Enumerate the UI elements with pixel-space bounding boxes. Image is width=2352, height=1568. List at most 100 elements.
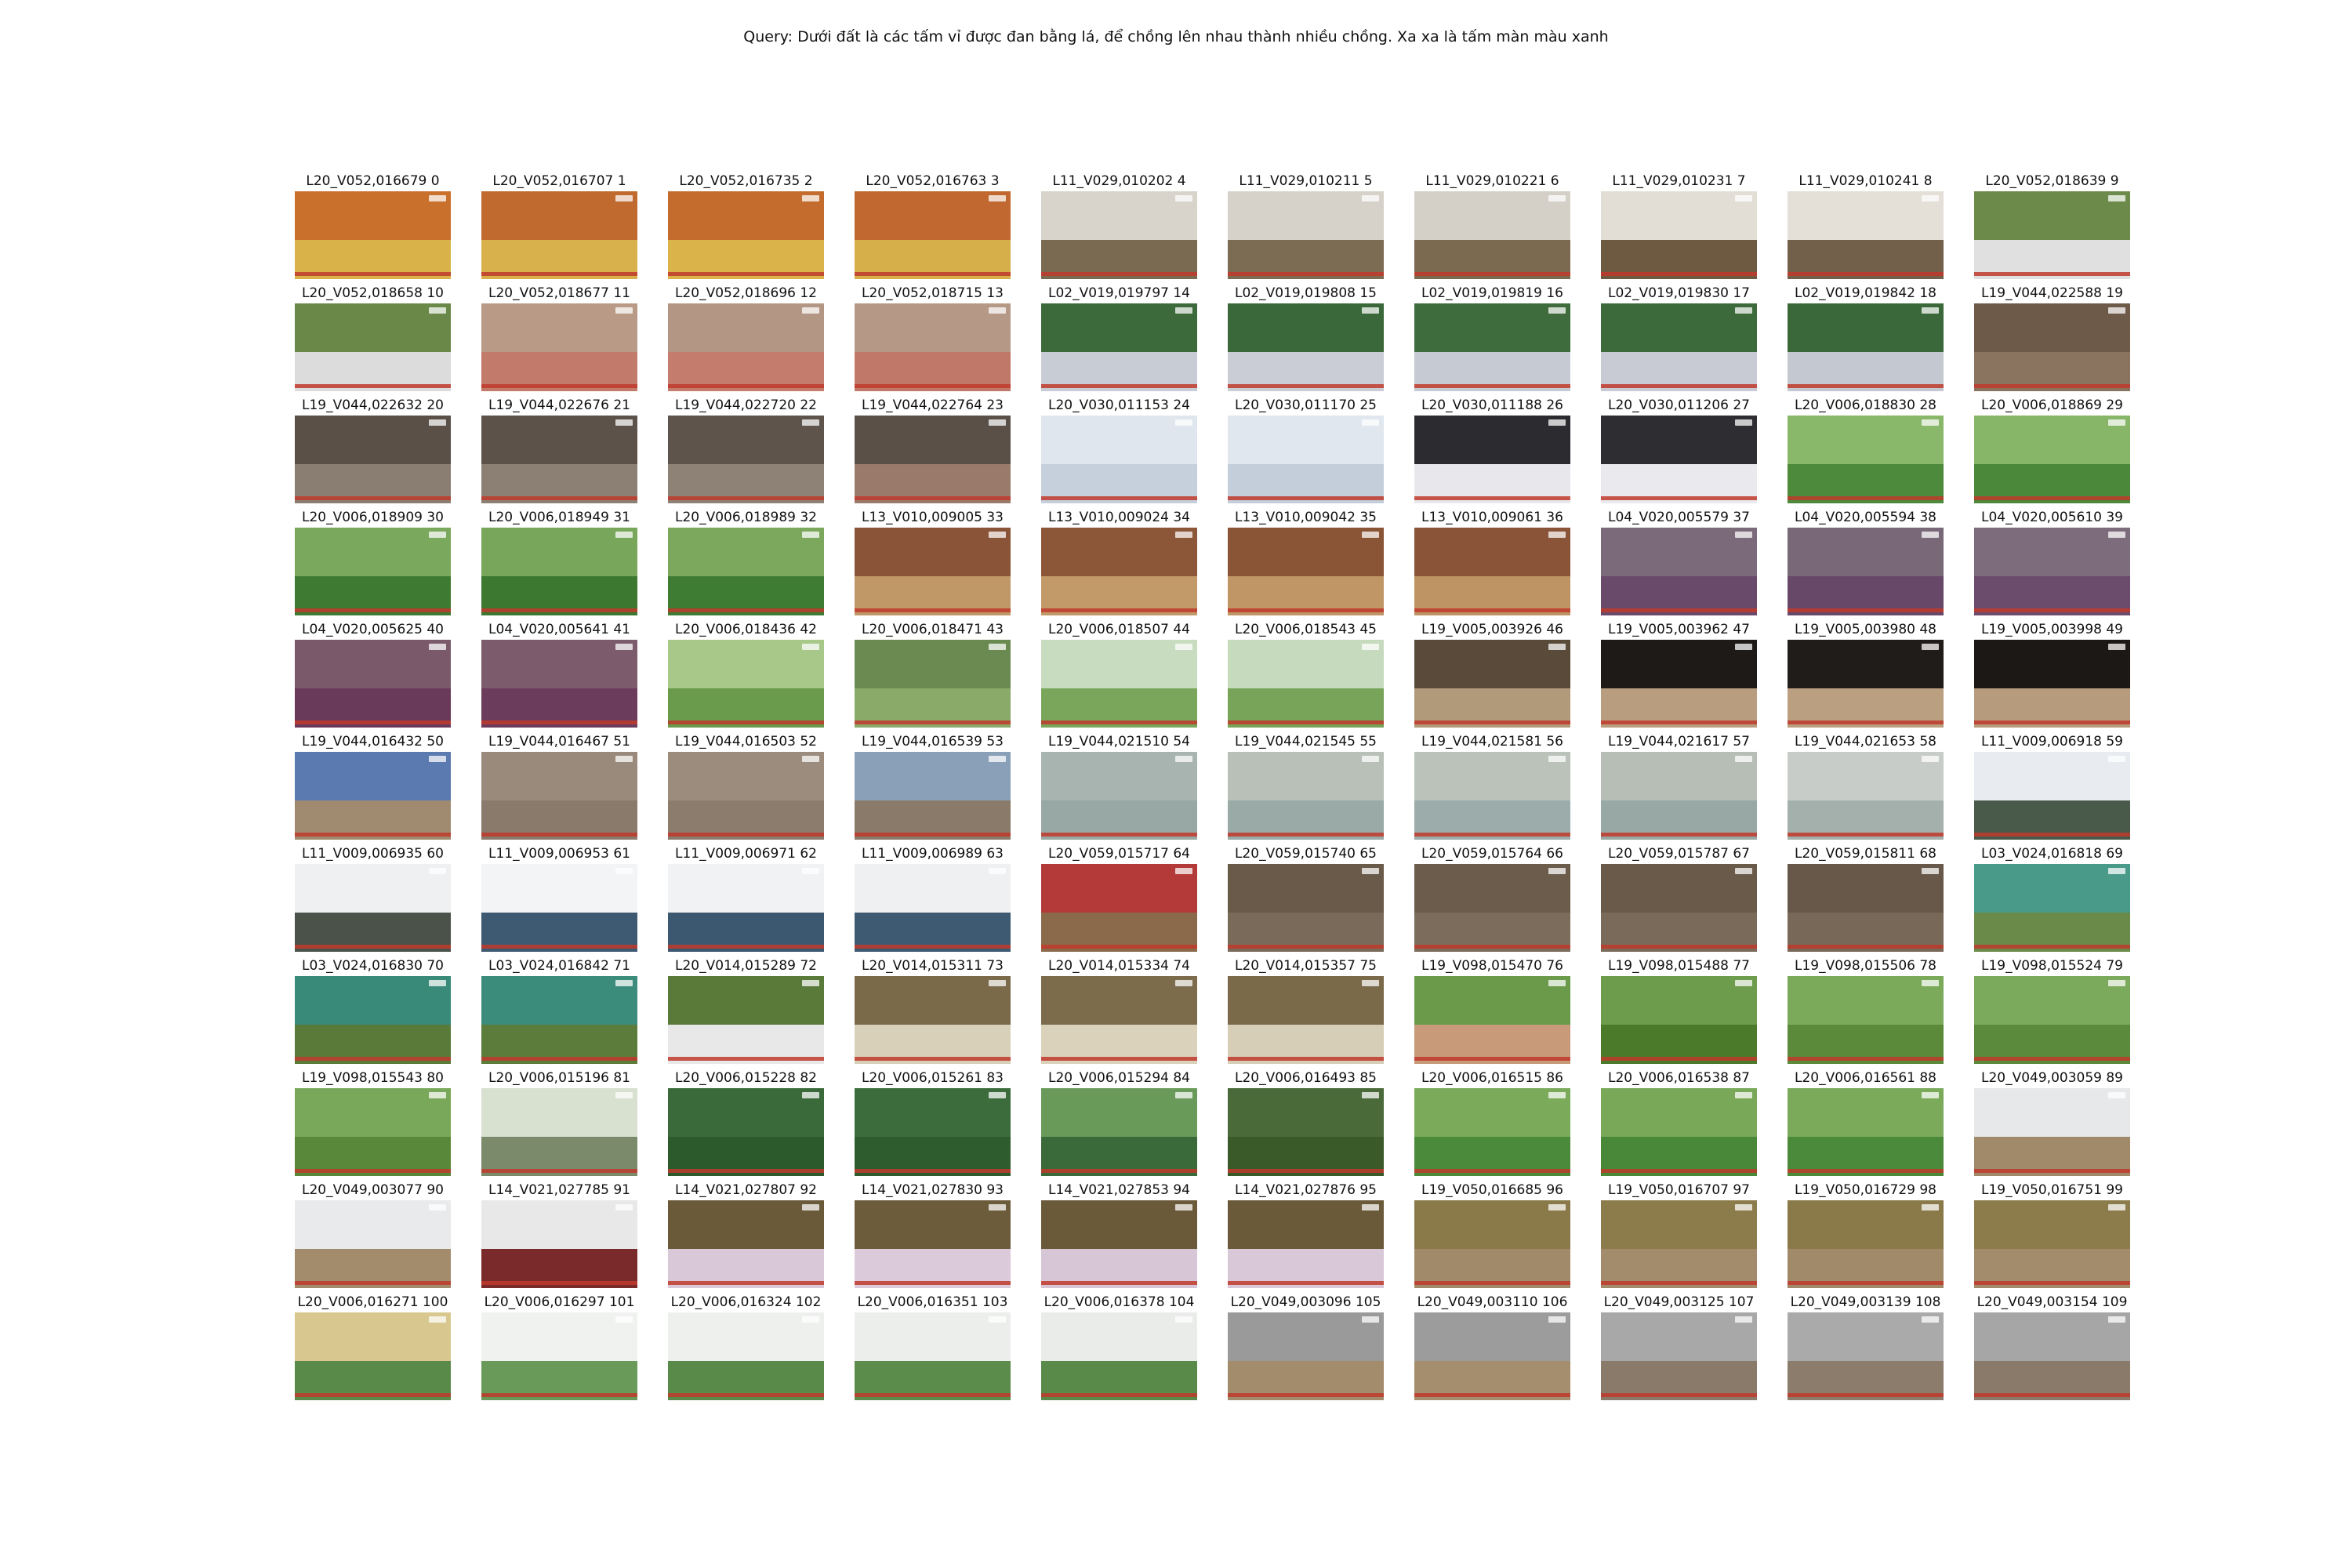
result-thumbnail[interactable] [1041,976,1197,1064]
result-thumbnail[interactable] [1228,976,1384,1064]
result-thumbnail[interactable] [481,303,637,391]
result-thumbnail[interactable] [855,528,1011,615]
result-thumbnail[interactable] [481,191,637,279]
result-thumbnail[interactable] [1228,1312,1384,1400]
result-thumbnail[interactable] [1601,976,1757,1064]
result-thumbnail[interactable] [1414,864,1570,952]
result-thumbnail[interactable] [1788,864,1944,952]
result-thumbnail[interactable] [855,864,1011,952]
result-thumbnail[interactable] [1601,864,1757,952]
result-thumbnail[interactable] [295,303,451,391]
result-thumbnail[interactable] [481,752,637,840]
result-thumbnail[interactable] [1041,191,1197,279]
result-thumbnail[interactable] [1788,752,1944,840]
result-thumbnail[interactable] [1601,1088,1757,1176]
result-thumbnail[interactable] [1414,1088,1570,1176]
result-thumbnail[interactable] [1601,1200,1757,1288]
result-thumbnail[interactable] [855,1088,1011,1176]
result-thumbnail[interactable] [855,416,1011,503]
result-thumbnail[interactable] [481,864,637,952]
result-thumbnail[interactable] [1041,1088,1197,1176]
result-thumbnail[interactable] [295,752,451,840]
result-thumbnail[interactable] [855,976,1011,1064]
result-thumbnail[interactable] [855,640,1011,728]
result-thumbnail[interactable] [855,1312,1011,1400]
result-thumbnail[interactable] [1228,752,1384,840]
result-thumbnail[interactable] [1601,640,1757,728]
result-thumbnail[interactable] [1974,1088,2130,1176]
result-thumbnail[interactable] [295,528,451,615]
result-thumbnail[interactable] [481,1200,637,1288]
result-thumbnail[interactable] [668,528,824,615]
result-thumbnail[interactable] [1974,416,2130,503]
result-thumbnail[interactable] [1414,1312,1570,1400]
result-thumbnail[interactable] [1228,1088,1384,1176]
result-thumbnail[interactable] [1414,1200,1570,1288]
result-thumbnail[interactable] [1788,1088,1944,1176]
result-thumbnail[interactable] [1414,303,1570,391]
result-thumbnail[interactable] [1788,191,1944,279]
result-thumbnail[interactable] [1228,528,1384,615]
result-thumbnail[interactable] [855,303,1011,391]
result-thumbnail[interactable] [295,1088,451,1176]
result-thumbnail[interactable] [668,1200,824,1288]
result-thumbnail[interactable] [1601,416,1757,503]
result-thumbnail[interactable] [295,976,451,1064]
result-thumbnail[interactable] [1041,1312,1197,1400]
result-thumbnail[interactable] [855,1200,1011,1288]
result-thumbnail[interactable] [1041,752,1197,840]
result-thumbnail[interactable] [1041,1200,1197,1288]
result-thumbnail[interactable] [1228,191,1384,279]
result-thumbnail[interactable] [1041,640,1197,728]
result-thumbnail[interactable] [1788,640,1944,728]
result-thumbnail[interactable] [1974,864,2130,952]
result-thumbnail[interactable] [295,416,451,503]
result-thumbnail[interactable] [1788,528,1944,615]
result-thumbnail[interactable] [481,640,637,728]
result-thumbnail[interactable] [1601,528,1757,615]
result-thumbnail[interactable] [1974,752,2130,840]
result-thumbnail[interactable] [481,1088,637,1176]
result-thumbnail[interactable] [1041,864,1197,952]
result-thumbnail[interactable] [1041,528,1197,615]
result-thumbnail[interactable] [1788,303,1944,391]
result-thumbnail[interactable] [1041,303,1197,391]
result-thumbnail[interactable] [1041,416,1197,503]
result-thumbnail[interactable] [295,1200,451,1288]
result-thumbnail[interactable] [668,640,824,728]
result-thumbnail[interactable] [1414,528,1570,615]
result-thumbnail[interactable] [1788,416,1944,503]
result-thumbnail[interactable] [481,1312,637,1400]
result-thumbnail[interactable] [1974,303,2130,391]
result-thumbnail[interactable] [668,1088,824,1176]
result-thumbnail[interactable] [1974,191,2130,279]
result-thumbnail[interactable] [1601,191,1757,279]
result-thumbnail[interactable] [1974,976,2130,1064]
result-thumbnail[interactable] [1788,1312,1944,1400]
result-thumbnail[interactable] [1414,976,1570,1064]
result-thumbnail[interactable] [1974,1200,2130,1288]
result-thumbnail[interactable] [1414,752,1570,840]
result-thumbnail[interactable] [1788,976,1944,1064]
result-thumbnail[interactable] [668,1312,824,1400]
result-thumbnail[interactable] [668,416,824,503]
result-thumbnail[interactable] [668,303,824,391]
result-thumbnail[interactable] [1974,1312,2130,1400]
result-thumbnail[interactable] [295,191,451,279]
result-thumbnail[interactable] [1414,416,1570,503]
result-thumbnail[interactable] [1601,1312,1757,1400]
result-thumbnail[interactable] [295,864,451,952]
result-thumbnail[interactable] [1974,528,2130,615]
result-thumbnail[interactable] [668,864,824,952]
result-thumbnail[interactable] [481,528,637,615]
result-thumbnail[interactable] [1601,303,1757,391]
result-thumbnail[interactable] [1228,864,1384,952]
result-thumbnail[interactable] [295,640,451,728]
result-thumbnail[interactable] [481,976,637,1064]
result-thumbnail[interactable] [1601,752,1757,840]
result-thumbnail[interactable] [668,191,824,279]
result-thumbnail[interactable] [1228,640,1384,728]
result-thumbnail[interactable] [1228,1200,1384,1288]
result-thumbnail[interactable] [1974,640,2130,728]
result-thumbnail[interactable] [295,1312,451,1400]
